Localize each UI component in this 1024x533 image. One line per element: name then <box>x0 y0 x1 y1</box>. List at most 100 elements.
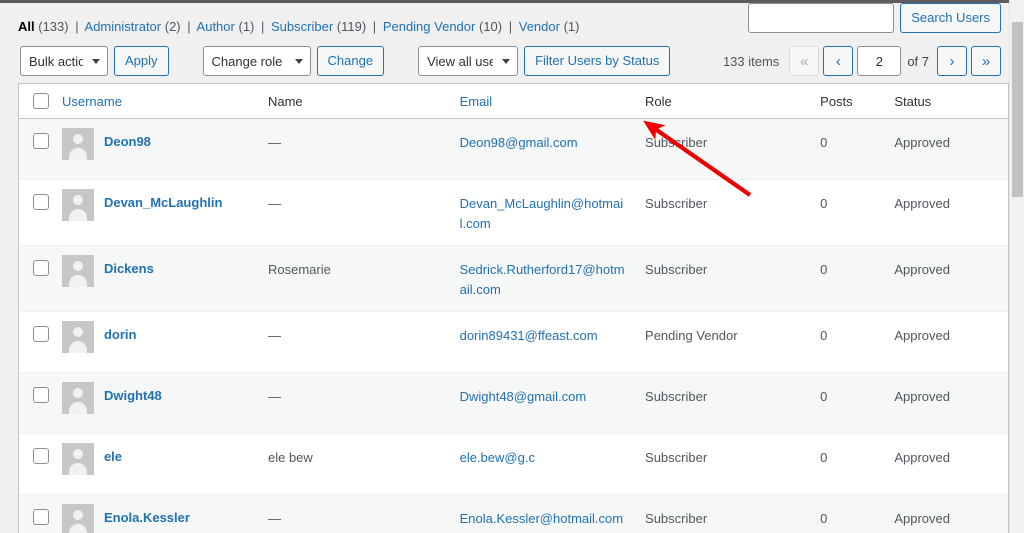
role-filter-all-link[interactable]: All <box>18 19 35 34</box>
column-header-username[interactable]: Username <box>51 84 258 119</box>
column-header-email[interactable]: Email <box>449 84 636 119</box>
row-select-checkbox[interactable] <box>33 387 49 403</box>
table-row: Dickens Rosemarie Sedrick.Rutherford17@hot… <box>19 246 1008 312</box>
row-status-cell: Approved <box>884 246 1008 312</box>
row-email-cell: dorin89431@ffeast.com <box>449 312 636 373</box>
table-row: Enola.Kessler — Enola.Kessler@hotmail.com S… <box>19 495 1008 533</box>
avatar-head-shape <box>72 388 83 398</box>
view-all-users-select[interactable]: View all users <box>418 46 519 76</box>
email-link[interactable]: Deon98@gmail.com <box>460 135 578 150</box>
row-select-cell <box>19 119 52 180</box>
avatar <box>61 504 94 533</box>
row-role-cell: Subscriber <box>635 119 811 180</box>
pagination: 133 items « ‹ of 7 › » <box>723 46 1001 76</box>
avatar-body-shape <box>68 341 87 353</box>
row-select-checkbox[interactable] <box>33 326 49 342</box>
row-username-cell: Deon98 <box>51 119 258 180</box>
row-status-cell: Approved <box>884 119 1008 180</box>
row-role-cell: Subscriber <box>635 495 810 533</box>
email-link[interactable]: Dwight48@gmail.com <box>460 389 587 404</box>
role-filter-vendor[interactable]: Vendor (1) <box>515 19 580 34</box>
row-posts-cell: 0 <box>810 373 885 434</box>
table-row: Deon98 — Deon98@gmail.com Subscriber 0 Approv… <box>19 119 1008 180</box>
avatar <box>61 128 94 160</box>
change-button[interactable]: Change <box>316 46 385 76</box>
column-header-name: Name <box>257 84 450 119</box>
row-status-cell: Approved <box>884 434 1008 495</box>
row-select-checkbox[interactable] <box>33 448 49 464</box>
apply-button[interactable]: Apply <box>114 46 169 76</box>
role-filter-administrator-link[interactable]: Administrator <box>85 19 162 34</box>
role-filter-subscriber-link[interactable]: Subscriber <box>271 19 333 34</box>
email-link[interactable]: ele.bew@g.c <box>460 450 535 465</box>
role-filter-vendor-link[interactable]: Vendor <box>519 19 560 34</box>
bulk-actions-wrap: Bulk actions <box>20 46 108 76</box>
role-filter-subscriber[interactable]: Subscriber (119) <box>267 19 369 34</box>
row-email-cell: Sedrick.Rutherford17@hotmail.com <box>449 246 636 312</box>
prev-page-button[interactable]: ‹ <box>823 46 854 76</box>
table-row: dorin — dorin89431@ffeast.com Pending Vendo… <box>19 312 1008 373</box>
last-page-button[interactable]: » <box>971 46 1001 76</box>
search-users-button[interactable]: Search Users <box>900 3 1001 33</box>
vertical-scrollbar-track[interactable] <box>1009 0 1024 533</box>
role-filter-subscriber-count: (119) <box>336 19 367 34</box>
row-select-checkbox[interactable] <box>33 133 49 149</box>
role-filter-author[interactable]: Author (1) <box>194 19 258 34</box>
first-page-button: « <box>789 46 820 76</box>
table-row: ele ele bew ele.bew@g.c Subscriber 0 Approved <box>19 434 1008 495</box>
vertical-scrollbar-thumb[interactable] <box>1012 22 1023 197</box>
row-email-cell: ele.bew@g.c <box>449 434 636 495</box>
role-filter-pending-vendor-count: (10) <box>478 19 503 34</box>
select-all-checkbox[interactable] <box>33 93 49 109</box>
bulk-actions-select[interactable]: Bulk actions <box>20 46 108 76</box>
role-filter-all-count: (133) <box>38 19 69 34</box>
column-header-email-link[interactable]: Email <box>460 94 493 109</box>
row-posts-cell: 0 <box>810 180 885 246</box>
row-role-cell: Pending Vendor <box>635 312 811 373</box>
row-email-cell: Enola.Kessler@hotmail.com <box>450 495 635 533</box>
email-link[interactable]: Sedrick.Rutherford17@hotmail.com <box>460 262 625 297</box>
current-page-input[interactable] <box>857 46 902 76</box>
row-select-checkbox[interactable] <box>33 509 49 525</box>
row-posts-cell: 0 <box>810 119 885 180</box>
avatar-head-shape <box>72 449 83 459</box>
row-select-cell <box>19 246 52 312</box>
filter-users-by-status-button[interactable]: Filter Users by Status <box>524 46 671 76</box>
username-link[interactable]: Dickens <box>104 255 154 279</box>
users-page-content: All (133) | Administrator (2) | Author (… <box>18 3 1009 533</box>
role-filter-administrator-count: (2) <box>164 19 181 34</box>
search-input[interactable] <box>748 3 895 33</box>
row-posts-cell: 0 <box>810 495 884 533</box>
column-header-role: Role <box>635 84 811 119</box>
row-select-cell <box>19 434 52 495</box>
row-select-checkbox[interactable] <box>33 260 49 276</box>
change-role-select[interactable]: Change role to... <box>202 46 311 76</box>
email-link[interactable]: Enola.Kessler@hotmail.com <box>460 511 623 526</box>
role-filter-pending-vendor[interactable]: Pending Vendor (10) <box>379 19 506 34</box>
role-filter-all[interactable]: All (133) <box>18 19 72 34</box>
view-users-wrap: View all users <box>418 46 519 76</box>
role-filter-administrator[interactable]: Administrator (2) <box>82 19 185 34</box>
row-email-cell: Deon98@gmail.com <box>449 119 636 180</box>
email-link[interactable]: dorin89431@ffeast.com <box>460 328 598 343</box>
email-link[interactable]: Devan_McLaughlin@hotmail.com <box>460 196 624 231</box>
username-link[interactable]: Deon98 <box>104 128 151 152</box>
users-table-head: Username Name Email Role Posts Status <box>19 84 1008 119</box>
left-gutter <box>0 3 18 533</box>
username-link[interactable]: Enola.Kessler <box>104 504 190 528</box>
username-link[interactable]: Devan_McLaughlin <box>104 189 222 213</box>
username-link[interactable]: ele <box>104 443 122 467</box>
column-header-username-link[interactable]: Username <box>62 94 122 109</box>
row-name-cell: ele bew <box>257 434 450 495</box>
avatar-body-shape <box>68 463 87 475</box>
row-select-cell <box>19 180 52 246</box>
username-link[interactable]: Dwight48 <box>104 382 162 406</box>
role-filter-pending-vendor-link[interactable]: Pending Vendor <box>383 19 476 34</box>
username-link[interactable]: dorin <box>104 321 137 345</box>
role-filter-author-link[interactable]: Author <box>197 19 235 34</box>
role-filter-separator: | <box>508 19 513 34</box>
column-header-name-label: Name <box>267 93 303 109</box>
row-select-checkbox[interactable] <box>33 194 49 210</box>
role-filter-vendor-count: (1) <box>563 19 580 34</box>
next-page-button[interactable]: › <box>937 46 967 76</box>
